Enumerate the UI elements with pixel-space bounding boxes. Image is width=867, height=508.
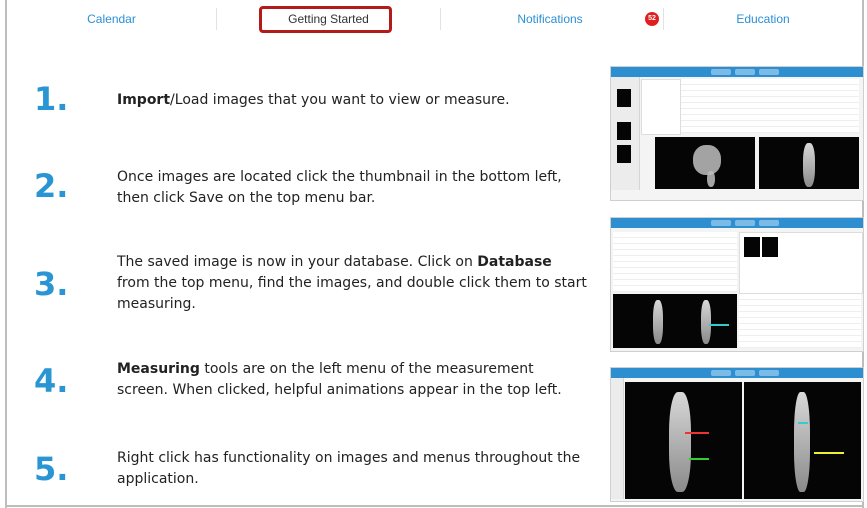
preview-thumb [744,237,760,257]
xray-skull [655,137,755,189]
measure-line [685,432,709,434]
active-tab-highlight [259,6,392,33]
thumbnail-image [617,89,631,107]
app-toolbar [611,67,863,77]
preview-thumb [762,237,778,257]
step-3-post: from the top menu, find the images, and … [117,275,587,312]
toolbar-tab [735,69,755,75]
toolbar-tab [711,370,731,376]
thumbnail-image [617,145,631,163]
spine-shape [669,392,691,492]
database-screenshot [610,217,864,352]
step-3-pre: The saved image is now in your database.… [117,254,478,270]
measure-line [709,324,729,326]
step-4-bold: Measuring [117,361,200,377]
step-number-4: 4. [34,362,69,400]
spine-shape [653,300,663,344]
thumbnail-strip [611,77,640,190]
step-number-3: 3. [34,265,69,303]
step-text-4: Measuring tools are on the left menu of … [117,359,587,401]
frame-bottom-border [5,505,864,507]
toolbar-tab [735,370,755,376]
tab-notifications[interactable]: Notifications [441,0,659,36]
folder-tree [641,79,681,135]
frame-left-border [5,0,7,508]
measuring-screenshot [610,367,864,502]
tab-education[interactable]: Education [664,0,862,36]
skull-shape [693,145,721,175]
toolbar-tab [759,220,779,226]
xray-spine-lateral [759,137,859,189]
step-text-5: Right click has functionality on images … [117,450,581,487]
step-text-3: The saved image is now in your database.… [117,252,587,315]
app-toolbar [611,368,863,378]
step-1-bold: Import [117,92,171,108]
toolbar-tab [759,370,779,376]
step-number-1: 1. [34,80,69,118]
spine-shape [803,143,815,187]
measure-line [814,452,844,454]
spine-shape [794,392,810,492]
step-1-text: /Load images that you want to view or me… [170,92,510,108]
tab-calendar[interactable]: Calendar [7,0,216,36]
xray-frontal [744,382,861,499]
step-number-5: 5. [34,450,69,488]
file-list [681,79,859,133]
thumbnail-image [617,122,631,140]
neck-shape [707,171,715,187]
toolbar-tab [711,220,731,226]
measure-line [798,422,808,424]
spine-shape [701,300,711,344]
xray-pair [613,294,737,348]
details-list [739,294,861,348]
notifications-badge: 52 [645,12,659,26]
app-toolbar [611,218,863,228]
top-tab-bar: Calendar Getting Started Notifications E… [7,0,862,36]
preview-pane [739,232,863,294]
toolbar-tab [759,69,779,75]
measure-line [689,458,709,460]
toolbar-tab [735,220,755,226]
toolbar-tab [711,69,731,75]
step-text-2: Once images are located click the thumbn… [117,169,562,206]
measure-tools-menu [611,378,624,499]
xray-lateral [625,382,742,499]
database-table [613,232,737,292]
step-text-1: Import/Load images that you want to view… [117,90,587,111]
import-screenshot [610,66,864,201]
step-number-2: 2. [34,167,69,205]
step-3-bold: Database [477,254,552,270]
